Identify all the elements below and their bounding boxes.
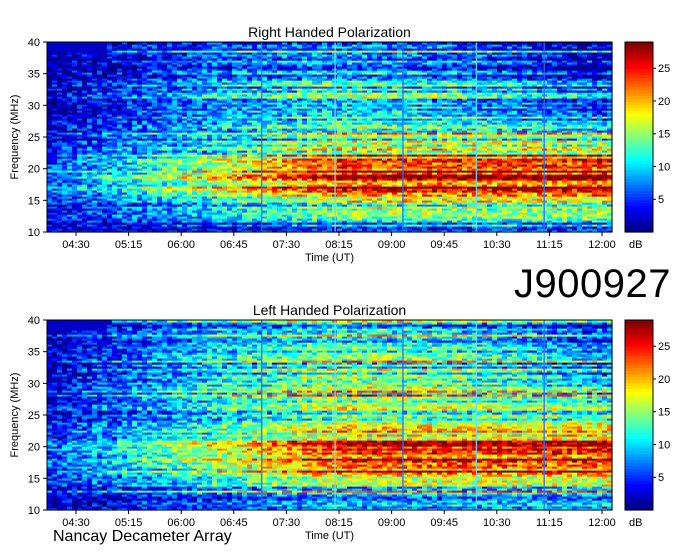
spectrogram-panel: Right Handed Polarization10152025303540F… — [9, 24, 670, 264]
panel-title: Right Handed Polarization — [248, 24, 411, 40]
dynamic-spectrum-page: Right Handed Polarization 10 15 20 25 30 35 40 F… — [0, 0, 680, 552]
heatmap-cells — [47, 42, 613, 233]
